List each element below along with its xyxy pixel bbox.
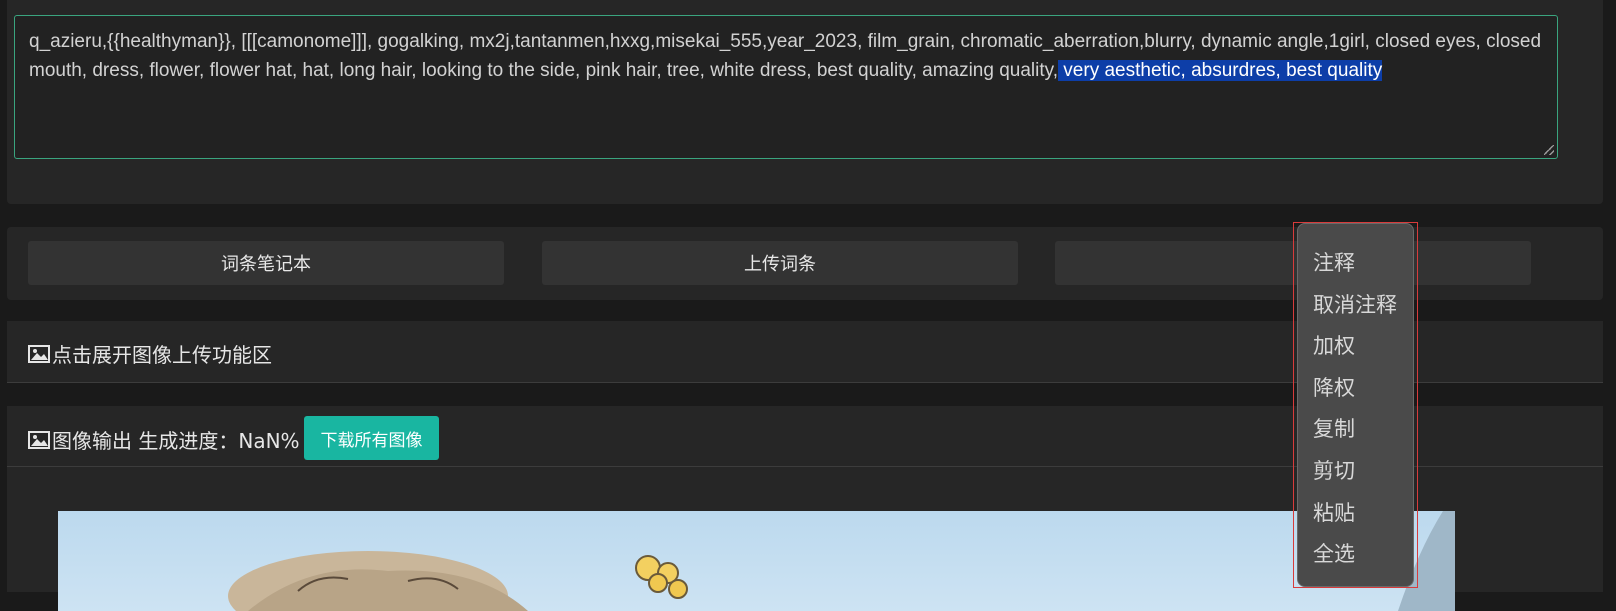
generated-image-illustration (228, 511, 1455, 611)
prompt-textarea[interactable]: q_azieru,{{healthyman}}, [[[camonome]]],… (14, 15, 1558, 159)
prompt-panel: q_azieru,{{healthyman}}, [[[camonome]]],… (7, 0, 1603, 204)
image-icon (28, 344, 50, 363)
image-icon (28, 430, 50, 449)
context-menu: 注释 取消注释 加权 降权 复制 剪切 粘贴 全选 (1297, 223, 1414, 587)
menu-item-cut[interactable]: 剪切 (1298, 451, 1413, 493)
menu-item-comment[interactable]: 注释 (1298, 243, 1413, 285)
menu-item-decrease-weight[interactable]: 降权 (1298, 368, 1413, 410)
generated-image[interactable] (58, 511, 1455, 611)
image-upload-title[interactable]: 点击展开图像上传功能区 (28, 339, 272, 368)
image-upload-label: 点击展开图像上传功能区 (52, 343, 272, 367)
menu-item-paste[interactable]: 粘贴 (1298, 493, 1413, 535)
download-all-button[interactable]: 下载所有图像 (304, 416, 439, 460)
upload-terms-button[interactable]: 上传词条 (542, 241, 1018, 285)
menu-item-increase-weight[interactable]: 加权 (1298, 326, 1413, 368)
menu-item-uncomment[interactable]: 取消注释 (1298, 285, 1413, 327)
notebook-button[interactable]: 词条笔记本 (28, 241, 504, 285)
image-output-label: 图像输出 生成进度：NaN% (52, 429, 300, 453)
prompt-selected-text: very aesthetic, absurdres, best quality (1058, 60, 1383, 81)
image-output-title: 图像输出 生成进度：NaN% (28, 425, 300, 454)
resize-handle-icon[interactable] (1544, 145, 1554, 155)
menu-item-copy[interactable]: 复制 (1298, 409, 1413, 451)
menu-item-select-all[interactable]: 全选 (1298, 534, 1413, 576)
